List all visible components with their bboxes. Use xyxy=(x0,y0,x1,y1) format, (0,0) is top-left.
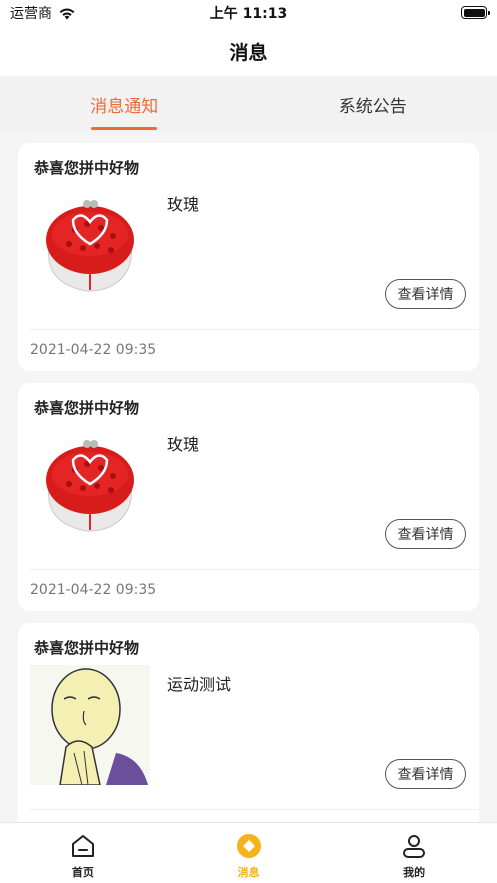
view-detail-button[interactable]: 查看详情 xyxy=(385,519,466,549)
view-detail-button[interactable]: 查看详情 xyxy=(385,279,466,309)
message-time: 2021-04-22 09:35 xyxy=(30,582,157,598)
tabbar-home-label: 首页 xyxy=(71,866,94,879)
product-name: 玫瑰 xyxy=(167,195,200,214)
tabbar-profile[interactable]: 我的 xyxy=(331,823,497,883)
message-title: 恭喜您拼中好物 xyxy=(34,159,140,177)
bottom-tab-bar: 首页 消息 我的 xyxy=(0,822,497,883)
tabbar-messages-label: 消息 xyxy=(237,866,260,879)
tabbar-profile-label: 我的 xyxy=(403,866,426,879)
message-list[interactable]: 恭喜您拼中好物 玫瑰 查看详情 2021-04-22 09:35 恭喜您拼中好物 xyxy=(0,132,497,822)
message-icon xyxy=(236,834,261,858)
status-bar: 运营商 上午 11:13 xyxy=(0,0,497,26)
cartoon-monk-image xyxy=(30,665,150,785)
product-image xyxy=(30,425,150,545)
tab-notifications-label: 消息通知 xyxy=(90,96,159,117)
card-divider xyxy=(30,569,479,570)
rose-bouquet-image xyxy=(46,200,134,292)
tabbar-messages[interactable]: 消息 xyxy=(166,823,332,883)
message-card: 恭喜您拼中好物 玫瑰 查看详情 2021-04-22 09:35 xyxy=(18,143,479,371)
message-title: 恭喜您拼中好物 xyxy=(34,639,140,657)
card-divider xyxy=(30,329,479,330)
message-title: 恭喜您拼中好物 xyxy=(34,399,140,417)
message-card: 恭喜您拼中好物 玫瑰 查看详情 2021-04-22 09:35 xyxy=(18,383,479,611)
rose-bouquet-image xyxy=(46,440,134,532)
battery-icon xyxy=(461,6,490,19)
view-detail-button[interactable]: 查看详情 xyxy=(385,759,466,789)
product-image xyxy=(30,665,150,785)
user-icon xyxy=(403,835,426,858)
card-divider xyxy=(30,809,479,810)
battery-level xyxy=(463,8,485,17)
tab-announcements-label: 系统公告 xyxy=(338,96,407,117)
nav-bar: 消息 xyxy=(0,26,497,76)
product-name: 玫瑰 xyxy=(167,435,200,454)
tab-notifications[interactable]: 消息通知 xyxy=(0,76,249,132)
tab-announcements[interactable]: 系统公告 xyxy=(249,76,497,132)
home-icon xyxy=(71,835,94,857)
tab-active-indicator xyxy=(91,127,158,130)
message-time: 2021-04-22 09:35 xyxy=(30,342,157,358)
product-name: 运动测试 xyxy=(167,675,232,694)
message-tabs: 消息通知 系统公告 xyxy=(0,76,497,132)
message-card: 恭喜您拼中好物 运动测试 查看详情 xyxy=(18,623,479,822)
status-time: 上午 11:13 xyxy=(209,6,288,22)
page-title: 消息 xyxy=(229,41,268,64)
product-image xyxy=(30,185,150,305)
tabbar-home[interactable]: 首页 xyxy=(0,823,166,883)
